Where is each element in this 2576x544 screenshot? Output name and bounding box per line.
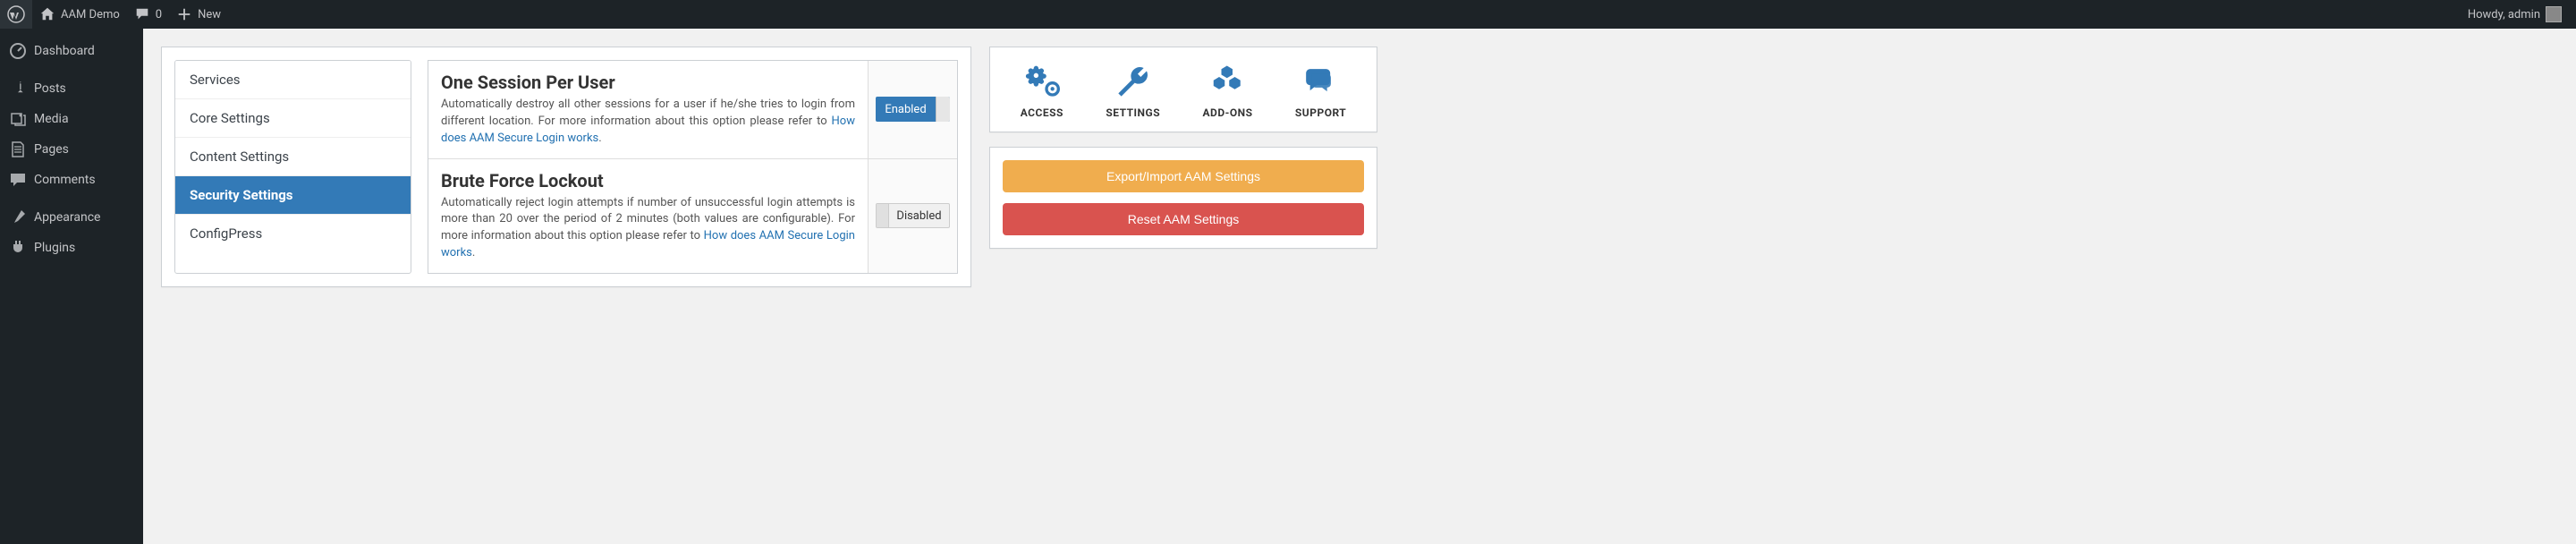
quicklink-label: SUPPORT bbox=[1295, 106, 1346, 119]
gears-icon bbox=[1024, 64, 1060, 99]
pin-icon bbox=[9, 80, 27, 98]
howdy-text: Howdy, admin bbox=[2468, 8, 2540, 21]
settings-panel: Services Core Settings Content Settings … bbox=[161, 47, 971, 287]
quicklink-addons[interactable]: ADD-ONS bbox=[1202, 64, 1252, 119]
sidebar-item-label: Appearance bbox=[34, 210, 100, 225]
quicklink-label: ADD-ONS bbox=[1202, 106, 1252, 119]
quicklink-label: SETTINGS bbox=[1106, 106, 1160, 119]
settings-table: One Session Per User Automatically destr… bbox=[428, 60, 958, 274]
tab-label: Core Settings bbox=[190, 110, 270, 126]
settings-tabs: Services Core Settings Content Settings … bbox=[174, 60, 411, 274]
site-name-link[interactable]: AAM Demo bbox=[32, 0, 127, 29]
sidebar-item-label: Dashboard bbox=[34, 44, 95, 58]
toggle-label: Enabled bbox=[876, 103, 935, 116]
comment-count: 0 bbox=[156, 8, 162, 21]
tab-label: Services bbox=[190, 72, 241, 88]
setting-row-one-session: One Session Per User Automatically destr… bbox=[428, 61, 957, 159]
plus-icon bbox=[176, 6, 192, 22]
admin-bar: AAM Demo 0 New Howdy, admin bbox=[0, 0, 2576, 29]
tab-configpress[interactable]: ConfigPress bbox=[175, 215, 411, 252]
tab-services[interactable]: Services bbox=[175, 61, 411, 99]
tab-label: ConfigPress bbox=[190, 225, 262, 242]
sidebar-item-dashboard[interactable]: Dashboard bbox=[0, 36, 143, 66]
sidebar-item-label: Pages bbox=[34, 142, 69, 157]
setting-row-brute-force: Brute Force Lockout Automatically reject… bbox=[428, 159, 957, 273]
action-buttons-card: Export/Import AAM Settings Reset AAM Set… bbox=[989, 147, 1377, 249]
sidebar-item-comments[interactable]: Comments bbox=[0, 165, 143, 195]
admin-sidebar: Dashboard Posts Media Pages Comments App… bbox=[0, 29, 143, 544]
quicklinks-card: ACCESS SETTINGS ADD-ONS SUPPORT bbox=[989, 47, 1377, 132]
cubes-icon bbox=[1210, 64, 1246, 99]
wp-logo[interactable] bbox=[0, 0, 32, 29]
dashboard-icon bbox=[9, 42, 27, 60]
toggle-label: Disabled bbox=[889, 209, 948, 223]
comment-icon bbox=[134, 6, 150, 22]
new-content[interactable]: New bbox=[169, 0, 228, 29]
sidebar-item-posts[interactable]: Posts bbox=[0, 73, 143, 104]
new-label: New bbox=[198, 8, 221, 21]
right-column: ACCESS SETTINGS ADD-ONS SUPPORT Export/I… bbox=[989, 47, 1377, 249]
reset-button[interactable]: Reset AAM Settings bbox=[1003, 203, 1364, 235]
setting-description: Automatically destroy all other sessions… bbox=[441, 97, 855, 148]
export-import-button[interactable]: Export/Import AAM Settings bbox=[1003, 160, 1364, 192]
sidebar-item-label: Plugins bbox=[34, 241, 75, 255]
site-name: AAM Demo bbox=[61, 8, 120, 21]
sidebar-item-label: Comments bbox=[34, 173, 96, 187]
howdy-account[interactable]: Howdy, admin bbox=[2461, 0, 2569, 29]
toggle-one-session[interactable]: Enabled bbox=[876, 97, 949, 122]
comments-icon bbox=[9, 171, 27, 189]
quicklink-access[interactable]: ACCESS bbox=[1021, 64, 1063, 119]
sidebar-item-pages[interactable]: Pages bbox=[0, 134, 143, 165]
wrench-icon bbox=[1115, 64, 1151, 99]
toggle-knob bbox=[877, 204, 889, 227]
sidebar-item-plugins[interactable]: Plugins bbox=[0, 233, 143, 263]
pages-icon bbox=[9, 140, 27, 158]
sidebar-item-appearance[interactable]: Appearance bbox=[0, 202, 143, 233]
toggle-brute-force[interactable]: Disabled bbox=[876, 203, 949, 228]
tab-label: Security Settings bbox=[190, 187, 293, 203]
media-icon bbox=[9, 110, 27, 128]
content-area: Services Core Settings Content Settings … bbox=[143, 29, 1395, 305]
setting-title: One Session Per User bbox=[441, 72, 855, 93]
toggle-knob bbox=[936, 97, 950, 122]
quicklink-label: ACCESS bbox=[1021, 106, 1063, 119]
plug-icon bbox=[9, 239, 27, 257]
sidebar-item-label: Posts bbox=[34, 81, 66, 96]
comments-bubble[interactable]: 0 bbox=[127, 0, 169, 29]
tab-label: Content Settings bbox=[190, 149, 289, 165]
quicklink-settings[interactable]: SETTINGS bbox=[1106, 64, 1160, 119]
tab-content-settings[interactable]: Content Settings bbox=[175, 138, 411, 176]
setting-title: Brute Force Lockout bbox=[441, 170, 855, 191]
brush-icon bbox=[9, 208, 27, 226]
chat-icon bbox=[1303, 64, 1339, 99]
wordpress-icon bbox=[7, 5, 25, 23]
avatar bbox=[2546, 6, 2562, 22]
sidebar-item-label: Media bbox=[34, 112, 69, 126]
tab-core-settings[interactable]: Core Settings bbox=[175, 99, 411, 138]
quicklink-support[interactable]: SUPPORT bbox=[1295, 64, 1346, 119]
sidebar-item-media[interactable]: Media bbox=[0, 104, 143, 134]
home-icon bbox=[39, 6, 55, 22]
setting-description: Automatically reject login attempts if n… bbox=[441, 195, 855, 262]
tab-security-settings[interactable]: Security Settings bbox=[175, 176, 411, 215]
